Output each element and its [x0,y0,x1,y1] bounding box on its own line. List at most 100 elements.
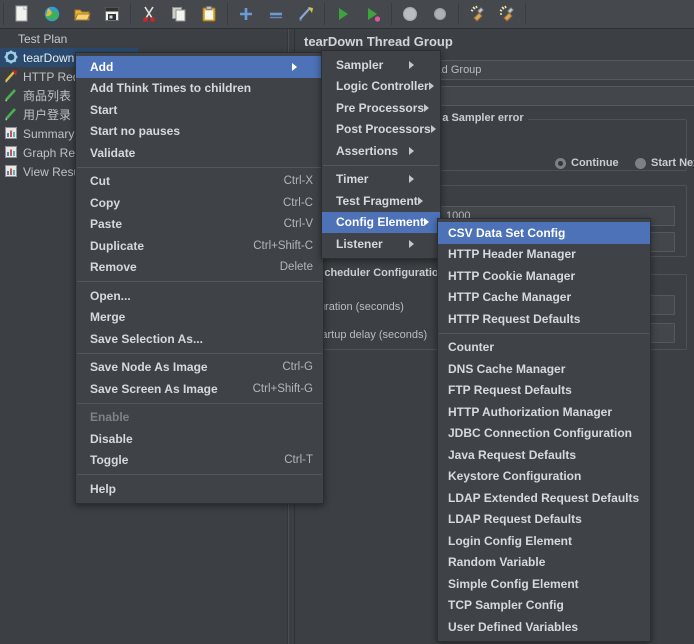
menu-item-disable[interactable]: Disable [76,428,323,450]
menu-item-cut[interactable]: Cut Ctrl-X [76,171,323,193]
menu-item-http-cache-manager[interactable]: HTTP Cache Manager [438,287,650,309]
menu-item-counter[interactable]: Counter [438,337,650,359]
toolbar-button-templates[interactable] [37,2,67,27]
menu-item-save-node-as-image[interactable]: Save Node As Image Ctrl-G [76,357,323,379]
menu-item-dns-cache-manager[interactable]: DNS Cache Manager [438,358,650,380]
copy-icon [170,5,188,23]
tree-context-menu[interactable]: Add Add Think Times to children Start Start… [75,52,324,504]
menu-item-toggle[interactable]: Toggle Ctrl-T [76,450,323,472]
menu-item-ldap-request-defaults[interactable]: LDAP Request Defaults [438,509,650,531]
toolbar-separator [324,3,325,25]
menu-separator [77,281,322,282]
menu-item-copy[interactable]: Copy Ctrl-C [76,192,323,214]
menu-item-label: Duplicate [90,238,145,253]
menu-item-add[interactable]: Add [76,56,323,78]
menu-item-java-request-defaults[interactable]: Java Request Defaults [438,444,650,466]
toolbar-button-clear[interactable] [462,2,492,27]
toolbar-button-cut[interactable] [134,2,164,27]
menu-item-http-header-manager[interactable]: HTTP Header Manager [438,244,650,266]
radio-start-next-thread-loop[interactable]: Start Next Thread Loop [635,157,694,169]
menu-item-label: Help [90,481,117,496]
menu-item-start-no-pauses[interactable]: Start no pauses [76,121,323,143]
menu-item-login-config-element[interactable]: Login Config Element [438,530,650,552]
menu-item-jdbc-connection-configuration[interactable]: JDBC Connection Configuration [438,423,650,445]
menu-separator [323,164,439,166]
toolbar-button-collapse-all[interactable] [261,2,291,27]
menu-separator [439,332,649,334]
menu-item-label: DNS Cache Manager [448,361,566,376]
menu-separator [77,352,322,354]
menu-item-sampler[interactable]: Sampler [322,54,440,76]
menu-item-label: Enable [90,410,130,425]
menu-item-merge[interactable]: Merge [76,307,323,329]
menu-separator [77,166,322,168]
menu-item-label: Add [90,59,114,74]
toolbar-button-shutdown[interactable] [425,2,455,27]
toolbar-button-start-no-pauses[interactable] [358,2,388,27]
scheduler-legend: Scheduler Configuration [313,267,450,279]
menu-item-http-authorization-manager[interactable]: HTTP Authorization Manager [438,401,650,423]
menu-item-ldap-extended-request-defaults[interactable]: LDAP Extended Request Defaults [438,487,650,509]
menu-item-paste[interactable]: Paste Ctrl-V [76,214,323,236]
menu-item-label: Save Selection As... [90,331,203,346]
menu-item-label: LDAP Request Defaults [448,512,582,527]
menu-item-csv-data-set-config[interactable]: CSV Data Set Config [438,222,650,244]
menu-item-test-fragment[interactable]: Test Fragment [322,190,440,212]
menu-item-random-variable[interactable]: Random Variable [438,552,650,574]
menu-item-config-element[interactable]: Config Element [322,211,440,233]
toolbar-button-copy[interactable] [164,2,194,27]
menu-item-listener[interactable]: Listener [322,233,440,255]
menu-item-tcp-sampler-config[interactable]: TCP Sampler Config [438,595,650,617]
menu-item-logic-controller[interactable]: Logic Controller [322,76,440,98]
menu-item-shortcut: Delete [279,261,313,274]
menu-item-label: HTTP Authorization Manager [448,404,613,419]
menu-item-label: Disable [90,431,133,446]
menu-item-remove[interactable]: Remove Delete [76,257,323,279]
menu-item-assertions[interactable]: Assertions [322,140,440,162]
submenu-arrow-icon [417,196,439,205]
radio-continue[interactable]: Continue [555,157,619,169]
menu-item-open[interactable]: Open... [76,285,323,307]
menu-item-save-screen-as-image[interactable]: Save Screen As Image Ctrl+Shift-G [76,378,323,400]
report-icon [4,145,19,160]
menu-item-label: Cut [90,174,110,189]
menu-item-add-think-times-to-children[interactable]: Add Think Times to children [76,78,323,100]
radio-continue-dot [555,157,566,169]
toolbar-button-expand-all[interactable] [231,2,261,27]
menu-item-label: Login Config Element [448,533,572,548]
config-element-submenu[interactable]: CSV Data Set Config HTTP Header Manager HT… [437,218,651,642]
toolbar-button-open[interactable] [67,2,97,27]
menu-item-save-selection-as[interactable]: Save Selection As... [76,328,323,350]
tree-node-test-plan[interactable]: Test Plan [0,29,287,48]
menu-item-label: HTTP Request Defaults [448,311,581,326]
collapse-all-icon [267,5,285,23]
menu-item-http-request-defaults[interactable]: HTTP Request Defaults [438,308,650,330]
toolbar-button-stop[interactable] [395,2,425,27]
toolbar-button-start[interactable] [328,2,358,27]
submenu-arrow-icon [409,146,430,155]
menu-item-label: Logic Controller [336,79,429,94]
menu-item-pre-processors[interactable]: Pre Processors [322,97,440,119]
menu-item-label: LDAP Extended Request Defaults [448,490,640,505]
toolbar-button-paste[interactable] [194,2,224,27]
menu-item-keystore-configuration[interactable]: Keystore Configuration [438,466,650,488]
menu-item-duplicate[interactable]: Duplicate Ctrl+Shift-C [76,235,323,257]
menu-item-label: Add Think Times to children [90,81,252,96]
menu-item-validate[interactable]: Validate [76,142,323,164]
menu-item-http-cookie-manager[interactable]: HTTP Cookie Manager [438,265,650,287]
toolbar-button-toggle[interactable] [291,2,321,27]
menu-item-start[interactable]: Start [76,99,323,121]
toolbar-button-clear-all[interactable] [492,2,522,27]
toolbar-button-new[interactable] [7,2,37,27]
menu-item-enable[interactable]: Enable [76,407,323,429]
add-submenu[interactable]: Sampler Logic Controller Pre Processors Pos… [321,50,441,259]
menu-item-user-defined-variables[interactable]: User Defined Variables [438,616,650,638]
menu-item-ftp-request-defaults[interactable]: FTP Request Defaults [438,380,650,402]
menu-item-help[interactable]: Help [76,478,323,500]
menu-item-timer[interactable]: Timer [322,169,440,191]
toolbar-separator [3,3,4,25]
save-icon [103,5,121,23]
toolbar-button-save[interactable] [97,2,127,27]
menu-item-simple-config-element[interactable]: Simple Config Element [438,573,650,595]
menu-item-post-processors[interactable]: Post Processors [322,119,440,141]
